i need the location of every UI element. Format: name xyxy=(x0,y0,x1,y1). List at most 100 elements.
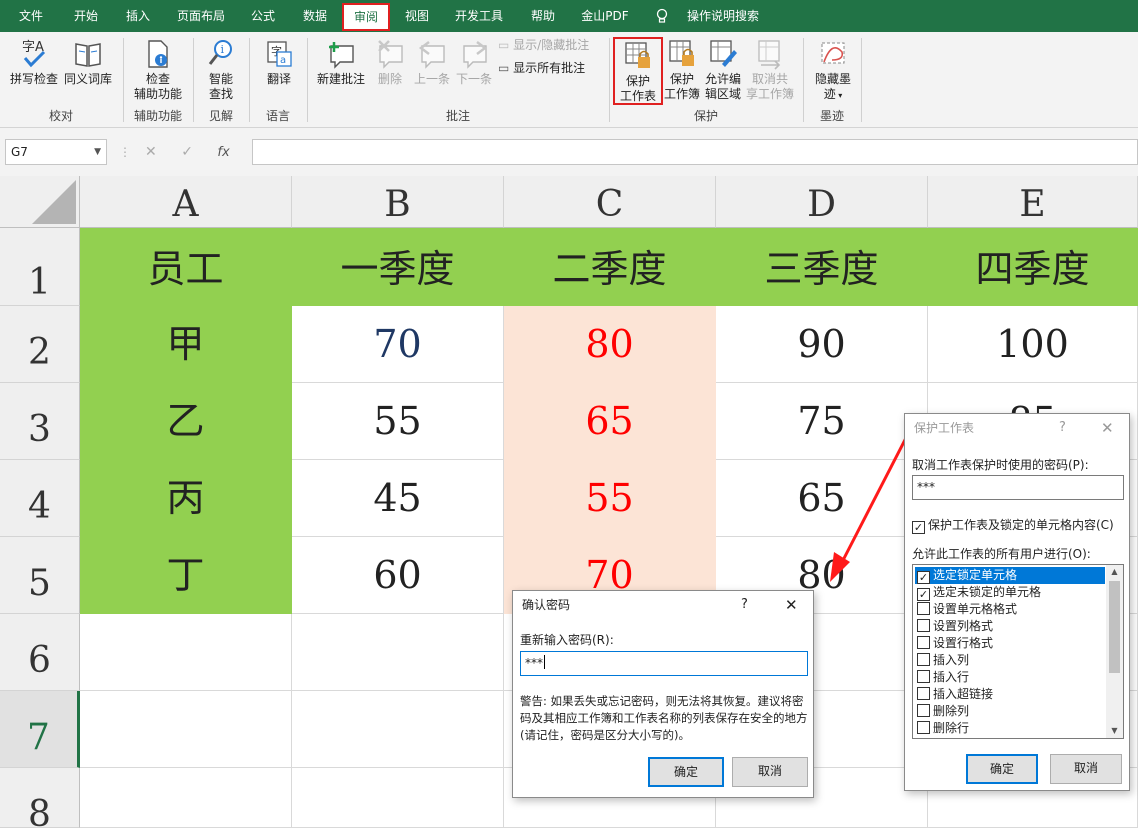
protect-contents-checkbox[interactable]: ✓ 保护工作表及锁定的单元格内容(C) xyxy=(912,516,1114,534)
list-item[interactable]: 删除行 xyxy=(915,720,1105,737)
tab-kingsoft-pdf[interactable]: 金山PDF xyxy=(574,0,636,32)
new-comment-button[interactable]: 新建批注 xyxy=(312,38,370,87)
scroll-up-icon[interactable]: ▲ xyxy=(1106,565,1123,579)
help-icon[interactable]: ? xyxy=(1059,414,1066,442)
cell-b3[interactable]: 55 xyxy=(292,383,504,460)
cell-b6[interactable] xyxy=(292,614,504,691)
list-item[interactable]: 设置列格式 xyxy=(915,618,1105,635)
tab-data[interactable]: 数据 xyxy=(294,0,336,32)
tab-view[interactable]: 视图 xyxy=(396,0,438,32)
close-icon[interactable]: ✕ xyxy=(785,591,798,619)
cell-b8[interactable] xyxy=(292,768,504,828)
tab-help[interactable]: 帮助 xyxy=(522,0,564,32)
previous-comment-button[interactable]: 上一条 xyxy=(412,38,452,87)
tell-me-search[interactable]: 操作说明搜索 xyxy=(678,0,768,32)
tab-review[interactable]: 审阅 xyxy=(342,3,390,31)
close-icon[interactable]: ✕ xyxy=(1101,414,1114,442)
list-scrollbar[interactable]: ▲ ▼ xyxy=(1106,565,1123,738)
check-accessibility-label-1: 检查 xyxy=(145,72,170,86)
thesaurus-button[interactable]: 同义词库 xyxy=(62,38,114,87)
smart-lookup-button[interactable]: i 智能 查找 xyxy=(198,38,244,102)
cell-a3[interactable]: 乙 xyxy=(80,383,292,460)
list-item[interactable]: 插入列 xyxy=(915,652,1105,669)
ok-button[interactable]: 确定 xyxy=(648,757,724,787)
column-header-e[interactable]: E xyxy=(928,176,1138,228)
row-header-6[interactable]: 6 xyxy=(0,614,80,691)
chevron-down-icon[interactable]: ▼ xyxy=(94,140,101,164)
protect-sheet-button[interactable]: 保护 工作表 xyxy=(613,37,663,105)
column-header-b[interactable]: B xyxy=(292,176,504,228)
cell-d2[interactable]: 90 xyxy=(716,306,928,383)
cell-b5[interactable]: 60 xyxy=(292,537,504,614)
list-item[interactable]: 设置单元格格式 xyxy=(915,601,1105,618)
cell-a6[interactable] xyxy=(80,614,292,691)
show-all-comments-button[interactable]: ▭ 显示所有批注 xyxy=(498,61,585,76)
cancel-formula-icon[interactable]: ✕ xyxy=(145,144,157,160)
list-item[interactable]: ✓ 选定锁定单元格 xyxy=(915,567,1105,584)
cell-a5[interactable]: 丁 xyxy=(80,537,292,614)
cell-c1[interactable]: 二季度 xyxy=(504,228,716,306)
show-hide-comment-button[interactable]: ▭ 显示/隐藏批注 xyxy=(498,38,589,53)
row-header-1[interactable]: 1 xyxy=(0,228,80,306)
spell-check-button[interactable]: 字A 拼写检查 xyxy=(8,38,60,87)
unshare-workbook-button[interactable]: 取消共 享工作簿 xyxy=(744,38,796,102)
allow-edit-ranges-button[interactable]: 允许编 辑区域 xyxy=(702,38,744,102)
row-header-7[interactable]: 7 xyxy=(0,691,80,768)
select-all-button[interactable] xyxy=(0,176,80,228)
tab-insert[interactable]: 插入 xyxy=(116,0,160,32)
tab-home[interactable]: 开始 xyxy=(64,0,108,32)
ok-button[interactable]: 确定 xyxy=(966,754,1038,784)
cell-a4[interactable]: 丙 xyxy=(80,460,292,537)
list-item[interactable]: 插入行 xyxy=(915,669,1105,686)
cell-a1[interactable]: 员工 xyxy=(80,228,292,306)
cancel-button[interactable]: 取消 xyxy=(732,757,808,787)
formula-input[interactable] xyxy=(252,139,1138,165)
cell-e2[interactable]: 100 xyxy=(928,306,1138,383)
column-header-c[interactable]: C xyxy=(504,176,716,228)
text-caret xyxy=(544,655,545,669)
cancel-button[interactable]: 取消 xyxy=(1050,754,1122,784)
tab-developer[interactable]: 开发工具 xyxy=(448,0,510,32)
cell-b2[interactable]: 70 xyxy=(292,306,504,383)
cell-a7[interactable] xyxy=(80,691,292,768)
enter-formula-icon[interactable]: ✓ xyxy=(181,144,193,160)
protect-workbook-button[interactable]: 保护 工作簿 xyxy=(662,38,702,102)
cell-a2[interactable]: 甲 xyxy=(80,306,292,383)
scroll-down-icon[interactable]: ▼ xyxy=(1106,724,1123,738)
cell-c4[interactable]: 55 xyxy=(504,460,716,537)
reenter-password-input[interactable]: *** xyxy=(520,651,808,676)
row-header-8[interactable]: 8 xyxy=(0,768,80,835)
cell-c3[interactable]: 65 xyxy=(504,383,716,460)
tab-formulas[interactable]: 公式 xyxy=(242,0,284,32)
cell-e1[interactable]: 四季度 xyxy=(928,228,1138,306)
cell-a8[interactable] xyxy=(80,768,292,828)
row-header-5[interactable]: 5 xyxy=(0,537,80,614)
row-header-3[interactable]: 3 xyxy=(0,383,80,460)
translate-button[interactable]: 字a 翻译 xyxy=(256,38,302,87)
cell-b1[interactable]: 一季度 xyxy=(292,228,504,306)
row-header-2[interactable]: 2 xyxy=(0,306,80,383)
cell-d1[interactable]: 三季度 xyxy=(716,228,928,306)
help-icon[interactable]: ? xyxy=(741,591,748,619)
delete-comment-button[interactable]: 删除 xyxy=(372,38,408,87)
password-input[interactable]: *** xyxy=(912,475,1124,500)
tab-page-layout[interactable]: 页面布局 xyxy=(170,0,232,32)
cell-c2[interactable]: 80 xyxy=(504,306,716,383)
list-item[interactable]: 插入超链接 xyxy=(915,686,1105,703)
column-header-a[interactable]: A xyxy=(80,176,292,228)
column-header-d[interactable]: D xyxy=(716,176,928,228)
name-box[interactable]: G7 ▼ xyxy=(5,139,107,165)
cell-b7[interactable] xyxy=(292,691,504,768)
cell-b4[interactable]: 45 xyxy=(292,460,504,537)
insert-function-icon[interactable]: fx xyxy=(217,145,229,160)
tab-file[interactable]: 文件 xyxy=(10,0,52,32)
row-header-4[interactable]: 4 xyxy=(0,460,80,537)
list-item[interactable]: 设置行格式 xyxy=(915,635,1105,652)
check-accessibility-button[interactable]: 检查 辅助功能 xyxy=(128,38,188,102)
list-item[interactable]: ✓ 选定未锁定的单元格 xyxy=(915,584,1105,601)
list-item[interactable]: 删除列 xyxy=(915,703,1105,720)
next-comment-button[interactable]: 下一条 xyxy=(454,38,494,87)
permissions-list[interactable]: ✓ 选定锁定单元格 ✓ 选定未锁定的单元格 设置单元格格式 设置列格式 设置行格式 … xyxy=(912,564,1124,739)
hide-ink-button[interactable]: 隐藏墨 迹 ▾ xyxy=(810,38,856,103)
scrollbar-thumb[interactable] xyxy=(1109,581,1120,673)
